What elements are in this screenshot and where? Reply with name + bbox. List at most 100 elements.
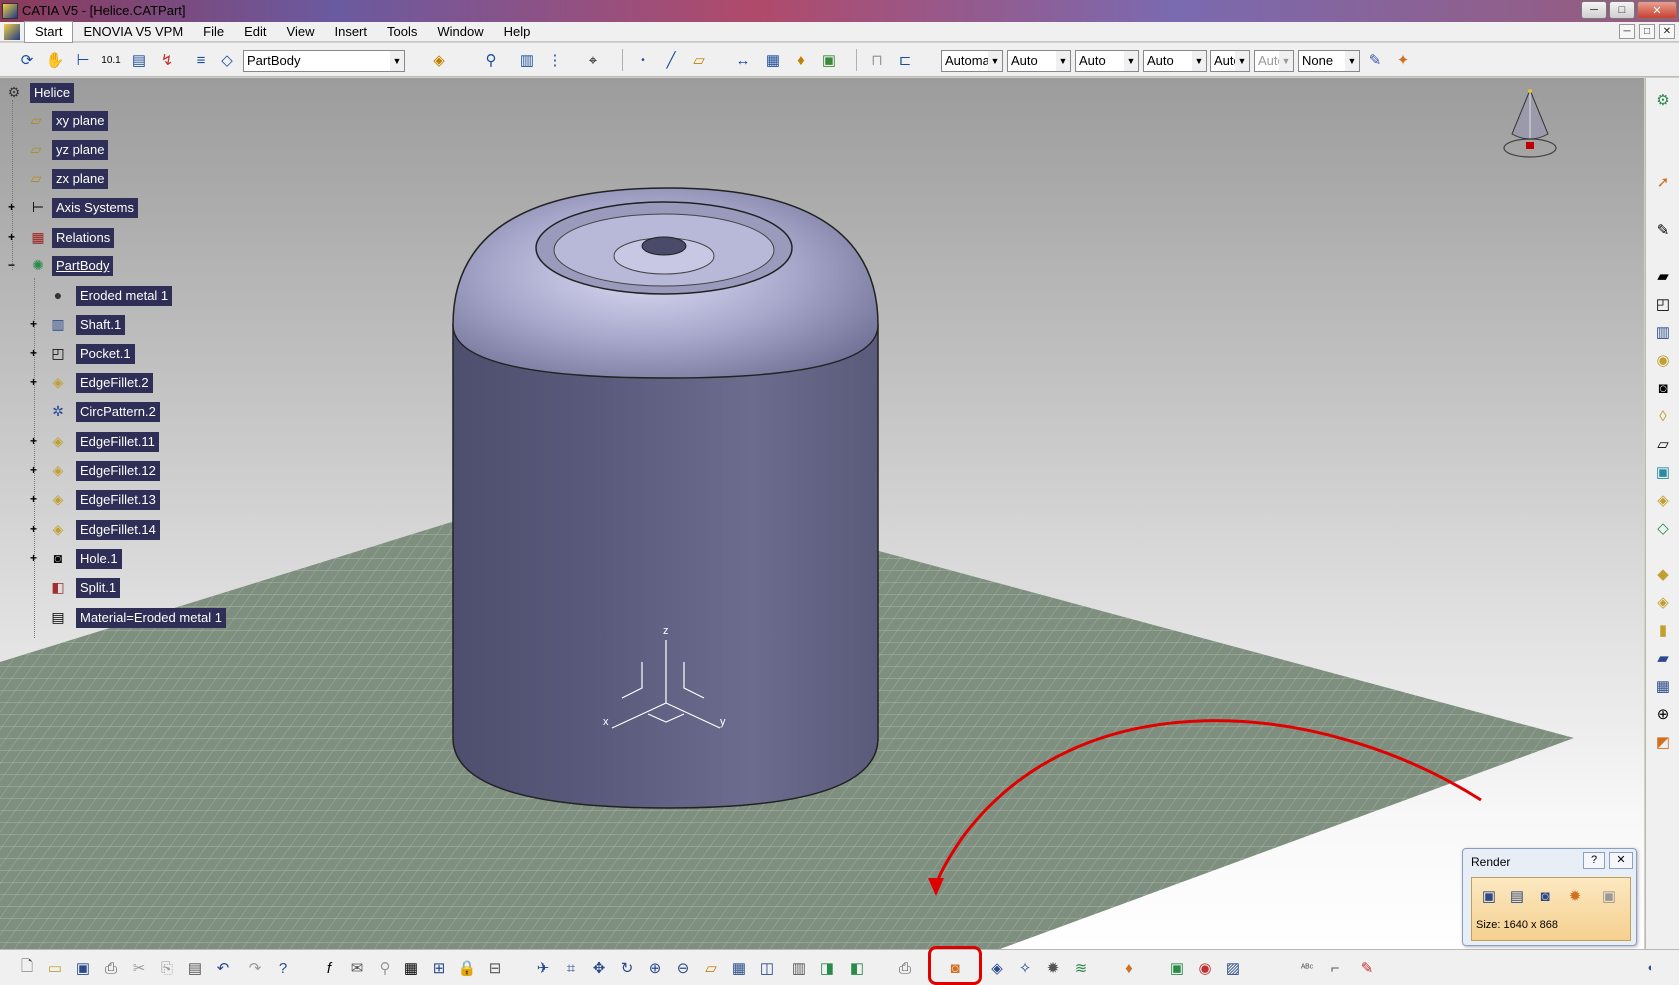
minimize-button[interactable]: ─ [1581,1,1607,19]
tree-item-split[interactable]: Split.1 [76,578,121,598]
expand-icon[interactable]: + [28,552,39,564]
expand-icon[interactable]: + [28,376,39,388]
expand-icon[interactable]: + [28,464,39,476]
inertia-icon[interactable]: ▥ [516,49,538,71]
tree-item-edgefillet-2[interactable]: EdgeFillet.2 [76,373,153,393]
dimension-icon[interactable]: ↔ [732,49,754,71]
line-type-dropdown[interactable]: Auto ▼ [1143,50,1207,72]
slot-tool-icon[interactable]: ▱ [1651,432,1675,456]
expand-icon[interactable]: + [6,201,17,213]
undo-icon[interactable]: ↶ [212,957,234,979]
tree-item-material[interactable]: Material=Eroded metal 1 [76,608,226,628]
new-file-icon[interactable]: 🗋 [16,957,38,979]
collapse-icon[interactable]: − [6,259,17,271]
rib-tool-icon[interactable]: ◊ [1651,404,1675,428]
doc-close-button[interactable]: ✕ [1659,24,1675,39]
multi-view-icon[interactable]: ▦ [728,957,750,979]
sun-icon[interactable]: ✹ [1042,957,1064,979]
point-icon[interactable]: • [632,49,654,71]
pan-hand-icon[interactable]: ✋ [44,49,66,71]
render-camera-icon[interactable]: ◙ [1532,884,1558,908]
pocket-tool-icon[interactable]: ◰ [1651,292,1675,316]
rotate-icon[interactable]: ↻ [616,957,638,979]
painter-icon[interactable]: ✎ [1364,49,1386,71]
tree-item-xy-plane[interactable]: xy plane [52,111,109,131]
save-icon[interactable]: ▣ [72,957,94,979]
edge-fillet-tool-icon[interactable]: ◆ [1651,562,1675,586]
print-screen-icon[interactable]: ⎙ [894,957,916,979]
catalog-icon[interactable]: ⊞ [428,957,450,979]
scan-icon[interactable]: ▤ [128,49,150,71]
zoom-in-icon[interactable]: ⊕ [644,957,666,979]
pan-icon[interactable]: ✥ [588,957,610,979]
mapping-icon[interactable]: ◉ [1194,957,1216,979]
render-shooting-icon[interactable]: ▣ [1476,884,1502,908]
hole-tool-icon[interactable]: ◉ [1651,348,1675,372]
menu-edit[interactable]: Edit [234,22,276,42]
apply-environment-icon[interactable]: ◈ [986,957,1008,979]
snap-to-point-icon[interactable]: ⌖ [582,49,604,71]
point-type-dropdown[interactable]: Auto ▼ [1210,50,1250,72]
render-style-dropdown[interactable]: None ▼ [1298,50,1360,72]
tree-item-axis-systems[interactable]: Axis Systems [52,198,139,218]
transparency-dropdown[interactable]: Auto ▼ [1007,50,1071,72]
axis-system-tool-icon[interactable]: ⊢ [72,49,94,71]
close-button[interactable]: ✕ [1637,1,1677,19]
part-design-workbench-icon[interactable]: ⚙ [1651,88,1675,112]
expand-icon[interactable]: + [28,523,39,535]
hide-show-icon[interactable]: ◨ [816,957,838,979]
stack-icon[interactable]: ≋ [1070,957,1092,979]
tree-item-pocket[interactable]: Pocket.1 [76,344,135,364]
table-icon[interactable]: ▦ [400,957,422,979]
ambiance-icon[interactable]: ✧ [1014,957,1036,979]
parameters-icon[interactable]: ⊟ [484,957,506,979]
body-select-dropdown[interactable]: PartBody ▼ [243,50,405,72]
pad-icon[interactable]: ▰ [1651,264,1675,288]
tree-item-relations[interactable]: Relations [52,228,115,248]
define-in-work-object-icon[interactable]: ◇ [216,49,238,71]
annotation-icon[interactable]: ✎ [1356,957,1378,979]
print-icon[interactable]: ⎙ [100,957,122,979]
tree-item-edgefillet-14[interactable]: EdgeFillet.14 [76,520,160,540]
tree-item-eroded-metal[interactable]: Eroded metal 1 [76,286,173,306]
stiffener-tool-icon[interactable]: ▣ [1651,460,1675,484]
catia-app-icon[interactable] [2,3,18,19]
plane-tool-icon[interactable]: ▱ [688,49,710,71]
render-image-icon[interactable]: ✹ [1562,884,1588,908]
fly-mode-icon[interactable]: ✈ [532,957,554,979]
shell-tool-icon[interactable]: ▰ [1651,646,1675,670]
render-toolbar-icon[interactable]: ◙ [944,957,966,979]
tree-root-helice[interactable]: Helice [30,83,75,103]
menu-insert[interactable]: Insert [324,22,377,42]
layer-icon[interactable]: ◈ [428,49,450,71]
doc-minimize-button[interactable]: ─ [1619,24,1635,39]
tree-item-shaft[interactable]: Shaft.1 [76,315,126,335]
line-thickness-dropdown[interactable]: Auto ▼ [1075,50,1139,72]
tree-item-edgefillet-12[interactable]: EdgeFillet.12 [76,461,160,481]
tree-item-circpattern[interactable]: CircPattern.2 [76,402,160,422]
measure-icon[interactable]: ⚲ [480,49,502,71]
render-help-button[interactable]: ? [1583,852,1605,869]
compass-widget[interactable] [1500,86,1560,166]
loft-tool-icon[interactable]: ◈ [1651,488,1675,512]
sketcher-icon[interactable]: ✎ [1651,218,1675,242]
tree-item-partbody[interactable]: PartBody [52,256,114,276]
tree-item-edgefillet-13[interactable]: EdgeFillet.13 [76,490,160,510]
tree-item-zx-plane[interactable]: zx plane [52,169,109,189]
menu-tools[interactable]: Tools [377,22,427,42]
sketch-analysis-icon[interactable]: ⊏ [894,49,916,71]
expand-icon[interactable]: + [28,493,39,505]
tree-item-yz-plane[interactable]: yz plane [52,140,109,160]
magic-wand-icon[interactable]: ✦ [1392,49,1414,71]
line-icon[interactable]: ╱ [660,49,682,71]
menu-enovia[interactable]: ENOVIA V5 VPM [73,22,193,42]
zoom-out-icon[interactable]: ⊖ [672,957,694,979]
paste-icon[interactable]: ▤ [184,957,206,979]
connector-icon[interactable]: ⌐ [1324,957,1346,979]
expand-icon[interactable]: + [28,435,39,447]
solid-icon[interactable]: ▣ [818,49,840,71]
split-tool-icon[interactable]: ▦ [762,49,784,71]
boolean-icon[interactable]: ≡ [190,49,212,71]
constraint-icon[interactable]: ↯ [156,49,178,71]
expand-icon[interactable]: + [6,231,17,243]
